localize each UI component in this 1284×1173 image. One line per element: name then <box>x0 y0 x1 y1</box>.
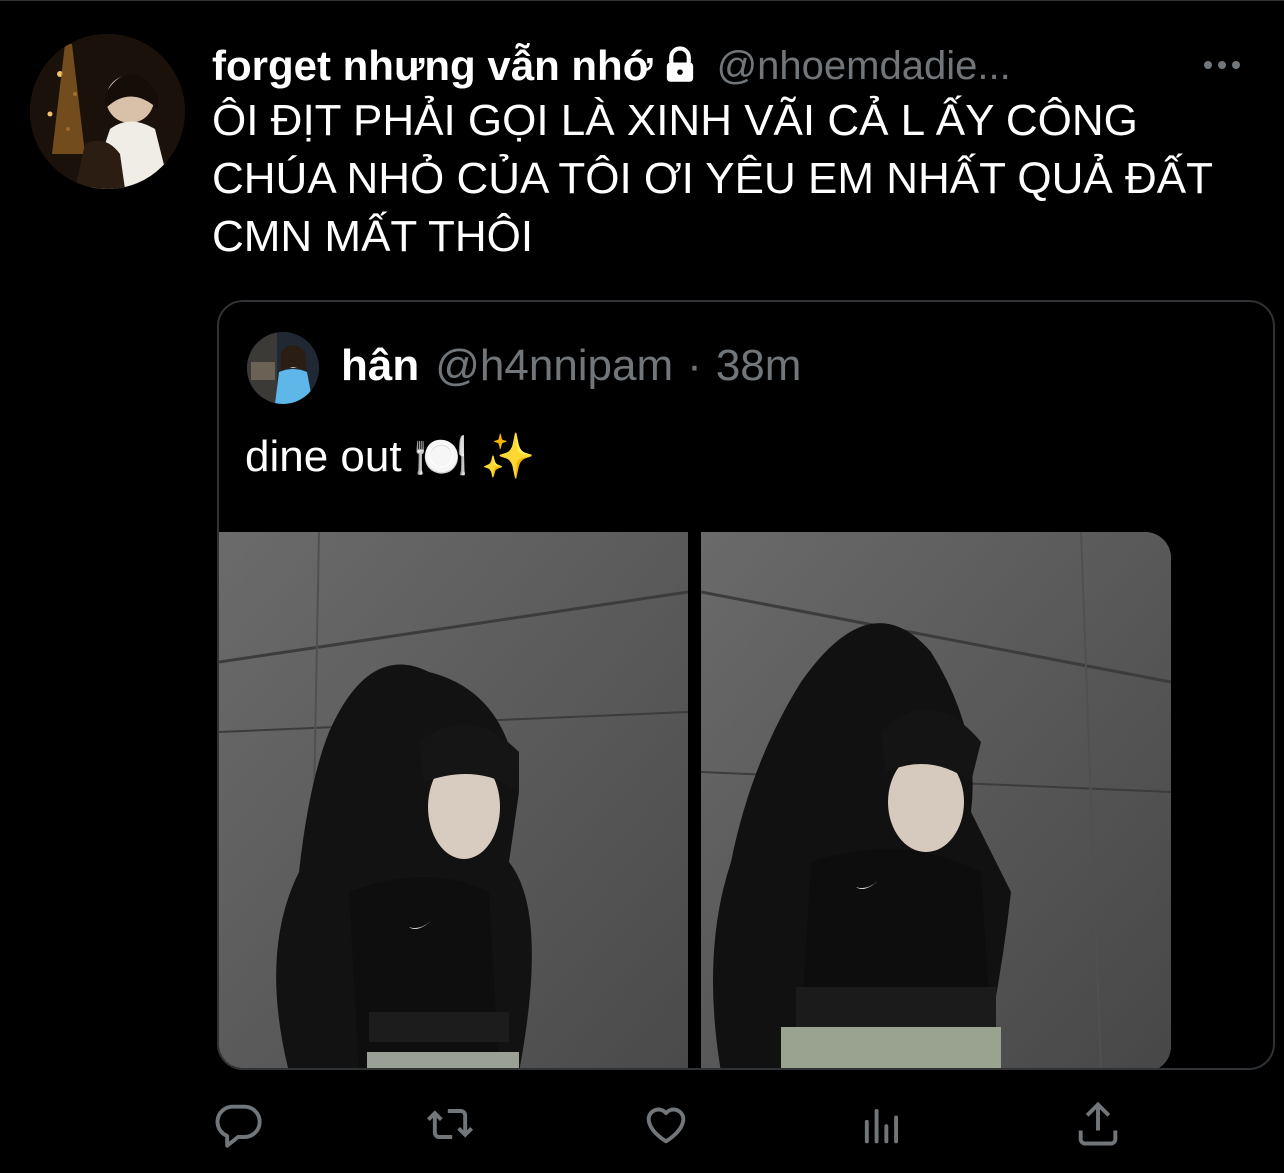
display-name[interactable]: forget nhưng vẫn nhớ <box>212 42 653 90</box>
quote-text: dine out 🍽️ ✨ <box>245 432 536 481</box>
like-icon[interactable] <box>640 1098 692 1150</box>
tweet[interactable]: forget nhưng vẫn nhớ @nhoemdadie... ÔI Đ… <box>0 0 1284 1173</box>
quote-avatar-image <box>247 332 319 404</box>
tweet-header: forget nhưng vẫn nhớ @nhoemdadie... <box>212 38 1262 94</box>
quote-avatar[interactable] <box>247 332 319 404</box>
avatar-image <box>30 34 185 189</box>
retweet-icon[interactable] <box>424 1098 476 1150</box>
quote-separator: · <box>687 341 702 390</box>
quote-photo-1[interactable] <box>219 532 688 1068</box>
quote-display-name[interactable]: hân <box>341 341 419 391</box>
reply-icon[interactable] <box>212 1098 264 1150</box>
quote-header: hân @h4nnipam · 38m <box>341 338 801 394</box>
analytics-icon[interactable] <box>856 1098 908 1150</box>
more-icon[interactable] <box>1200 50 1244 80</box>
avatar[interactable] <box>30 34 185 189</box>
quote-handle[interactable]: @h4nnipam <box>435 341 673 391</box>
lock-icon <box>659 45 701 87</box>
tweet-text: ÔI ĐỊT PHẢI GỌI LÀ XINH VÃI CẢ L ẤY CÔNG… <box>212 96 1213 261</box>
tweet-actions <box>212 1098 1122 1154</box>
quoted-tweet[interactable]: hân @h4nnipam · 38m dine out 🍽️ ✨ <box>217 300 1275 1070</box>
quote-timestamp[interactable]: 38m <box>716 341 802 391</box>
handle[interactable]: @nhoemdadie... <box>717 44 1011 89</box>
quote-photo-2[interactable] <box>701 532 1171 1068</box>
share-icon[interactable] <box>1072 1098 1124 1150</box>
